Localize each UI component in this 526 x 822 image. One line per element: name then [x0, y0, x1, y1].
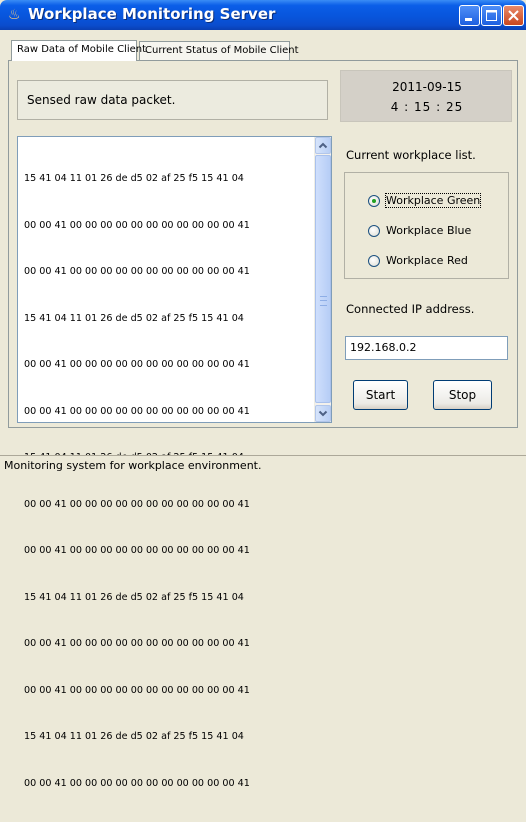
raw-line: 00 00 41 00 00 00 00 00 00 00 00 00 00 0…: [24, 359, 250, 370]
maximize-icon: [486, 10, 497, 21]
scroll-up-button[interactable]: [315, 137, 331, 154]
raw-data-scrollbar[interactable]: [314, 137, 331, 422]
scroll-down-button[interactable]: [315, 405, 331, 422]
ip-address-field[interactable]: 192.168.0.2: [345, 336, 508, 360]
raw-line: 00 00 41 00 00 00 00 00 00 00 00 00 00 0…: [24, 405, 250, 417]
raw-line: 15 41 04 11 01 26 de d5 02 af 25 f5 15 4…: [24, 731, 244, 742]
raw-line: 15 41 04 11 01 26 de d5 02 af 25 f5 15 4…: [24, 591, 244, 603]
chevron-up-icon: [318, 142, 328, 149]
chevron-down-icon: [318, 410, 328, 417]
raw-data-textarea[interactable]: 15 41 04 11 01 26 de d5 02 af 25 f5 15 4…: [17, 136, 332, 789]
minimize-icon: [465, 18, 472, 21]
raw-line: 00 00 41 00 00 00 00 00 00 00 00 00 00 0…: [24, 498, 250, 510]
raw-data-lines: 15 41 04 11 01 26 de d5 02 af 25 f5 15 4…: [24, 140, 314, 822]
close-icon: [508, 10, 519, 21]
title-bar[interactable]: ♨ Workplace Monitoring Server: [0, 0, 526, 30]
clock-display: 2011-09-15 4 : 15 : 25: [340, 70, 512, 122]
radio-selected-icon[interactable]: [368, 195, 380, 207]
raw-line: 00 00 41 00 00 00 00 00 00 00 00 00 00 0…: [24, 545, 250, 556]
status-text: Monitoring system for workplace environm…: [4, 459, 262, 472]
raw-line: 00 00 41 00 00 00 00 00 00 00 00 00 00 0…: [24, 777, 250, 789]
workplace-list-label: Current workplace list.: [346, 148, 476, 162]
sensed-label-box: Sensed raw data packet.: [17, 80, 328, 120]
close-button[interactable]: [503, 5, 524, 26]
raw-line: 15 41 04 11 01 26 de d5 02 af 25 f5 15 4…: [24, 312, 244, 324]
radio-label[interactable]: Workplace Red: [386, 254, 468, 267]
sensed-label: Sensed raw data packet.: [27, 93, 176, 107]
radio-label[interactable]: Workplace Blue: [386, 224, 471, 237]
maximize-button[interactable]: [481, 5, 502, 26]
scroll-thumb[interactable]: [315, 155, 331, 403]
start-button[interactable]: Start: [353, 380, 408, 410]
minimize-button[interactable]: [459, 5, 480, 26]
stop-button[interactable]: Stop: [433, 380, 492, 410]
clock-time: 4 : 15 : 25: [390, 100, 464, 114]
status-bar: Monitoring system for workplace environm…: [0, 455, 526, 475]
raw-line: 00 00 41 00 00 00 00 00 00 00 00 00 00 0…: [24, 684, 250, 696]
java-app-icon: ♨: [8, 7, 21, 23]
radio-unselected-icon[interactable]: [368, 225, 380, 237]
ip-address-label: Connected IP address.: [346, 302, 475, 316]
radio-label[interactable]: Workplace Green: [384, 193, 482, 208]
raw-line: 15 41 04 11 01 26 de d5 02 af 25 f5 15 4…: [24, 173, 244, 184]
radio-unselected-icon[interactable]: [368, 255, 380, 267]
tab-current-status[interactable]: Current Status of Mobile Client: [139, 41, 299, 60]
workplace-radio-group: Workplace Green Workplace Blue Workplace…: [344, 172, 509, 279]
tab-raw-data[interactable]: Raw Data of Mobile Client: [11, 40, 146, 61]
raw-line: 00 00 41 00 00 00 00 00 00 00 00 00 00 0…: [24, 266, 250, 277]
clock-date: 2011-09-15: [392, 80, 462, 94]
raw-line: 00 00 41 00 00 00 00 00 00 00 00 00 00 0…: [24, 219, 250, 231]
grip-icon: [320, 296, 327, 306]
raw-line: 00 00 41 00 00 00 00 00 00 00 00 00 00 0…: [24, 638, 250, 649]
window-title: Workplace Monitoring Server: [28, 5, 276, 23]
